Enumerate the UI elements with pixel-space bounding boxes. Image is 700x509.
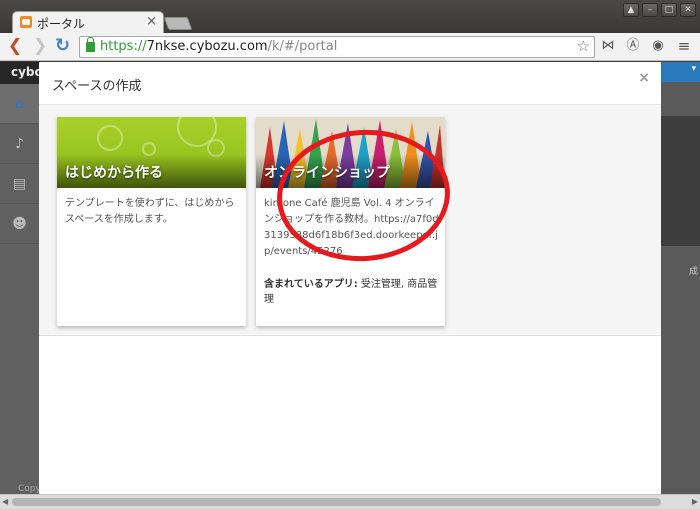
lock-icon: [86, 37, 95, 52]
scrollbar-thumb[interactable]: [12, 498, 661, 506]
bell-icon[interactable]: ♪: [0, 124, 39, 164]
right-panel-block: [661, 116, 700, 246]
dialog-close-icon[interactable]: ×: [638, 70, 650, 86]
browser-toolbar: ❮ ❯ ↻ https://7nkse.cybozu.com/k/#/porta…: [0, 33, 700, 61]
tab-close-icon[interactable]: ×: [146, 14, 157, 29]
dialog-title: スペースの作成: [52, 79, 142, 94]
template-list: はじめから作る テンプレートを使わずに、はじめからスペースを作成します。 オンラ…: [39, 105, 661, 336]
minimize-icon[interactable]: –: [642, 3, 658, 17]
tab-title: ポータル: [37, 17, 86, 31]
maximize-icon[interactable]: □: [661, 3, 677, 17]
messages-icon[interactable]: ▤: [0, 164, 39, 204]
user-icon[interactable]: ▲: [623, 3, 639, 17]
browser-tab[interactable]: ポータル ×: [12, 11, 164, 33]
url-text: https://7nkse.cybozu.com/k/#/portal: [100, 39, 338, 54]
menu-icon[interactable]: ≡: [676, 38, 692, 54]
reload-icon[interactable]: ↻: [55, 36, 70, 56]
page-viewport: cybo ⌂ ♪ ▤ ☻ Copy 成 スペースの作成 × はじめから作る: [0, 62, 700, 509]
close-window-icon[interactable]: ✕: [680, 3, 696, 17]
favicon-icon: [20, 16, 32, 28]
people-icon[interactable]: ☻: [0, 204, 39, 244]
bookmark-star-icon[interactable]: ☆: [577, 37, 590, 55]
copyright-text: Copy: [18, 484, 41, 494]
address-bar[interactable]: https://7nkse.cybozu.com/k/#/portal ☆: [79, 36, 595, 58]
window-controls: ▲ – □ ✕: [623, 3, 696, 17]
right-panel-dropdown[interactable]: [661, 62, 700, 82]
dialog-header: スペースの作成 ×: [39, 62, 661, 105]
template-card-blank[interactable]: はじめから作る テンプレートを使わずに、はじめからスペースを作成します。: [57, 117, 246, 326]
extension-a-icon[interactable]: Ⓐ: [625, 38, 641, 54]
browser-tab-strip: ポータル × ▲ – □ ✕: [0, 0, 700, 33]
brand-logo: cybo: [0, 62, 39, 84]
card-title: はじめから作る: [65, 165, 163, 181]
scroll-left-icon[interactable]: ◀: [2, 497, 8, 506]
horizontal-scrollbar[interactable]: ◀ ▶: [0, 494, 700, 509]
card-included-apps: 含まれているアプリ: 受注管理, 商品管理: [264, 277, 440, 307]
scroll-right-icon[interactable]: ▶: [692, 497, 698, 506]
left-nav: cybo ⌂ ♪ ▤ ☻ Copy: [0, 62, 41, 494]
right-panel-text: 成: [689, 267, 699, 277]
card-description: テンプレートを使わずに、はじめからスペースを作成します。: [65, 198, 235, 225]
included-apps-label: 含まれているアプリ:: [264, 279, 358, 290]
back-icon[interactable]: ❮: [8, 36, 22, 56]
new-tab-button[interactable]: [163, 17, 193, 30]
create-space-dialog: スペースの作成 × はじめから作る テンプレートを使わずに、はじめからスペースを…: [39, 62, 661, 494]
extension-n-icon[interactable]: ⋈: [600, 38, 616, 54]
forward-icon[interactable]: ❯: [33, 36, 47, 56]
card-image-green: はじめから作る: [57, 117, 246, 188]
right-panel: 成: [661, 62, 700, 494]
camera-icon[interactable]: ◉: [650, 38, 666, 54]
home-icon[interactable]: ⌂: [0, 84, 39, 124]
